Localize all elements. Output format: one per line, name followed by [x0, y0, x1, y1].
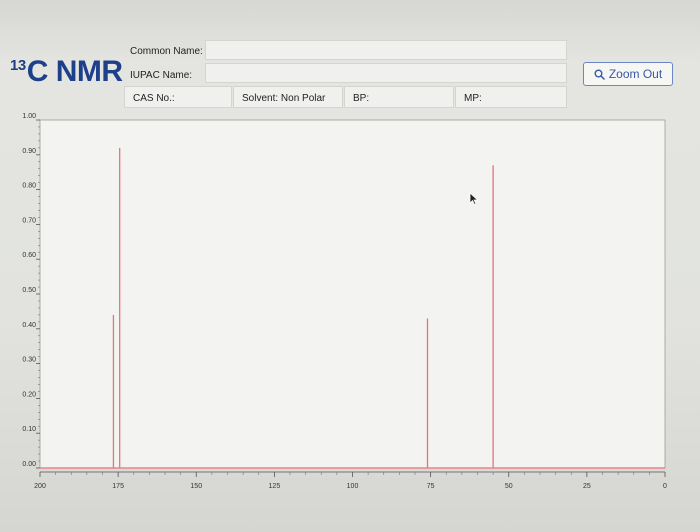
spectrum-chart[interactable]: 0.00 0.10 0.20 0.30 0.40 0.50 0.60 0.70 0.80 0.90…: [0, 110, 700, 510]
title-text: C NMR: [26, 55, 123, 88]
solvent-label: Solvent: Non Polar: [242, 93, 326, 104]
x-tick-label: 75: [427, 483, 435, 490]
y-tick-label: 0.00: [22, 461, 36, 468]
x-tick-label: 150: [190, 483, 202, 490]
solvent-field: Solvent: Non Polar: [233, 86, 343, 108]
x-tick-label: 50: [505, 483, 513, 490]
x-tick-label: 0: [663, 483, 667, 490]
page-title: 13C NMR: [10, 55, 123, 89]
common-name-field: [205, 40, 567, 60]
iupac-name-field: [205, 63, 567, 83]
bp-label: BP:: [353, 93, 370, 104]
mouse-cursor-icon: [469, 192, 479, 206]
x-tick-label: 125: [269, 483, 281, 490]
cas-field: CAS No.:: [124, 86, 232, 108]
x-tick-label: 200: [34, 483, 46, 490]
y-tick-label: 0.70: [22, 217, 36, 224]
y-tick-label: 1.00: [22, 113, 36, 120]
title-superscript: 13: [10, 57, 26, 74]
y-tick-label: 0.60: [22, 252, 36, 259]
mp-field: MP:: [455, 86, 567, 108]
x-tick-label: 100: [347, 483, 359, 490]
nmr-page: 13C NMR Common Name: IUPAC Name: CAS No.…: [0, 0, 700, 532]
plot-area: [39, 119, 666, 469]
x-tick-label: 175: [112, 483, 124, 490]
search-icon: [594, 69, 605, 80]
common-name-label: Common Name:: [130, 46, 203, 57]
y-tick-label: 0.30: [22, 357, 36, 364]
y-tick-label: 0.10: [22, 426, 36, 433]
cas-label: CAS No.:: [133, 93, 175, 104]
zoom-out-button[interactable]: Zoom Out: [583, 62, 673, 86]
y-tick-label: 0.50: [22, 287, 36, 294]
iupac-name-label: IUPAC Name:: [130, 70, 193, 81]
y-tick-label: 0.20: [22, 391, 36, 398]
y-tick-label: 0.80: [22, 183, 36, 190]
y-tick-label: 0.40: [22, 322, 36, 329]
mp-label: MP:: [464, 93, 482, 104]
zoom-out-label: Zoom Out: [608, 67, 663, 81]
x-tick-label: 25: [583, 483, 591, 490]
y-tick-label: 0.90: [22, 148, 36, 155]
spectrum-svg[interactable]: 0.00 0.10 0.20 0.30 0.40 0.50 0.60 0.70 0.80 0.90…: [0, 110, 700, 510]
bp-field: BP:: [344, 86, 454, 108]
